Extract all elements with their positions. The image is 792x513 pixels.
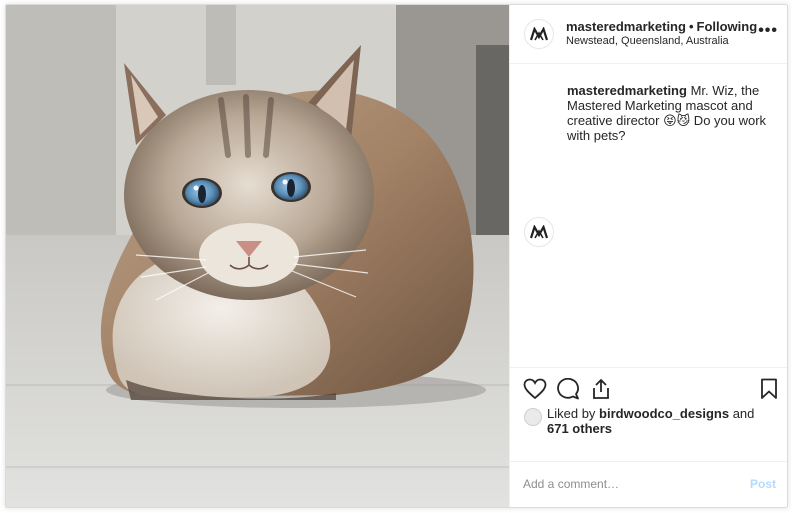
cat-photo-illustration	[6, 5, 509, 507]
comment-input[interactable]	[523, 477, 723, 491]
post-photo[interactable]	[6, 5, 509, 507]
follow-status-button[interactable]: Following	[697, 19, 758, 34]
separator-dot: •	[688, 19, 694, 34]
liked-by-prefix: Liked by	[547, 406, 596, 421]
mm-logo-icon	[530, 225, 548, 239]
post-comment-button[interactable]: Post	[750, 477, 776, 491]
comment-composer: Post	[510, 461, 787, 507]
comment-avatar[interactable]	[524, 217, 554, 247]
mm-logo-avatar[interactable]	[524, 19, 554, 49]
liked-by-and: and	[732, 406, 755, 421]
mm-logo-icon	[530, 27, 548, 41]
location-link[interactable]: Newstead, Queensland, Australia	[566, 35, 729, 47]
others-count-link[interactable]: 671 others	[547, 421, 612, 436]
header-title-line: masteredmarketing • Following	[566, 19, 757, 34]
post-details-panel: masteredmarketing • Following Newstead, Qu…	[509, 5, 787, 507]
liker-username-link[interactable]: birdwoodco_designs	[599, 406, 729, 421]
post-header: masteredmarketing • Following Newstead, Qu…	[510, 5, 787, 64]
heart-icon[interactable]	[523, 378, 547, 400]
bookmark-icon[interactable]	[760, 378, 778, 400]
post-caption: masteredmarketing Mr. Wiz, the Mastered …	[567, 83, 772, 143]
comment-icon[interactable]	[556, 378, 580, 400]
likes-summary: Liked by birdwoodco_designs and 671 othe…	[547, 406, 757, 436]
share-icon[interactable]	[590, 378, 612, 400]
more-options-icon[interactable]: •••	[758, 22, 778, 40]
caption-username-link[interactable]: masteredmarketing	[567, 83, 687, 98]
post-actions-bar: Liked by birdwoodco_designs and 671 othe…	[510, 367, 787, 462]
liker-avatar[interactable]	[524, 408, 542, 426]
username-link[interactable]: masteredmarketing	[566, 19, 686, 34]
post-modal: masteredmarketing • Following Newstead, Qu…	[5, 4, 788, 508]
